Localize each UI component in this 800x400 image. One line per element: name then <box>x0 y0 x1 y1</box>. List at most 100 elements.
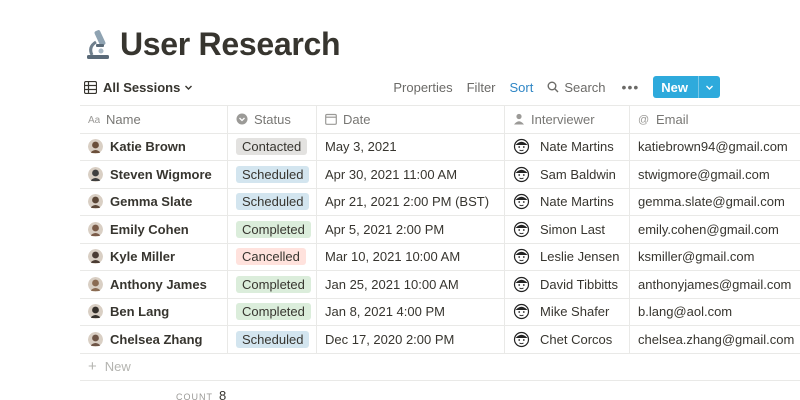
count-footer: COUNT 8 <box>176 388 226 400</box>
table-row[interactable]: Emily Cohen Completed Apr 5, 2021 2:00 PM S… <box>80 216 800 244</box>
date-cell[interactable]: Jan 8, 2021 4:00 PM <box>317 298 505 325</box>
table-row[interactable]: Ben Lang Completed Jan 8, 2021 4:00 PM Mike… <box>80 298 800 326</box>
status-cell[interactable]: Scheduled <box>228 161 317 188</box>
email-value: emily.cohen@gmail.com <box>638 221 779 237</box>
more-options-icon[interactable]: ••• <box>622 79 640 95</box>
page-title: User Research <box>120 25 341 62</box>
interviewer-cell[interactable]: Leslie Jensen <box>505 243 630 270</box>
interviewer-cell[interactable]: Sam Baldwin <box>505 161 630 188</box>
column-header-email[interactable]: @ Email <box>630 106 800 133</box>
column-header-name[interactable]: Aa Name <box>80 106 228 133</box>
at-sign-icon: @ <box>638 114 649 125</box>
avatar <box>88 304 103 320</box>
date-cell[interactable]: May 3, 2021 <box>317 133 505 160</box>
name-cell[interactable]: Emily Cohen <box>80 216 228 243</box>
interviewer-cell[interactable]: Chet Corcos <box>505 326 630 353</box>
email-cell[interactable]: emily.cohen@gmail.com <box>630 216 800 243</box>
email-cell[interactable]: katiebrown94@gmail.com <box>630 134 800 161</box>
participant-name: Katie Brown <box>110 139 186 155</box>
column-header-status[interactable]: Status <box>228 106 317 133</box>
new-button-label[interactable]: New <box>653 76 698 98</box>
status-badge: Completed <box>236 303 311 321</box>
participant-name: Steven Wigmore <box>110 166 212 182</box>
status-cell[interactable]: Completed <box>228 298 317 325</box>
name-cell[interactable]: Kyle Miller <box>80 243 228 270</box>
table-view-icon <box>84 80 97 94</box>
column-header-date[interactable]: Date <box>317 106 505 133</box>
view-switcher[interactable]: All Sessions <box>84 80 193 95</box>
add-row-label: New <box>104 359 131 374</box>
search-button[interactable]: Search <box>547 79 606 95</box>
select-property-icon <box>236 113 248 125</box>
date-cell[interactable]: Dec 17, 2020 2:00 PM <box>317 326 505 353</box>
interviewer-cell[interactable]: Nate Martins <box>505 133 630 160</box>
sort-button[interactable]: Sort <box>510 80 534 95</box>
status-cell[interactable]: Cancelled <box>228 243 317 270</box>
session-date: Apr 21, 2021 2:00 PM (BST) <box>325 194 490 210</box>
session-date: May 3, 2021 <box>325 139 397 155</box>
table-row[interactable]: Chelsea Zhang Scheduled Dec 17, 2020 2:00 … <box>80 326 800 354</box>
table-row[interactable]: Katie Brown Contacted May 3, 2021 Nate Mart… <box>80 133 800 161</box>
email-cell[interactable]: b.lang@aol.com <box>630 299 800 326</box>
table-row[interactable]: Anthony James Completed Jan 25, 2021 10:00… <box>80 271 800 299</box>
name-cell[interactable]: Chelsea Zhang <box>80 326 228 353</box>
interviewer-cell[interactable]: Mike Shafer <box>505 298 630 325</box>
status-cell[interactable]: Scheduled <box>228 326 317 353</box>
text-property-icon: Aa <box>88 115 100 125</box>
status-badge: Scheduled <box>236 330 310 348</box>
email-cell[interactable]: anthonyjames@gmail.com <box>630 271 800 298</box>
new-dropdown-button[interactable] <box>698 76 720 98</box>
date-cell[interactable]: Apr 5, 2021 2:00 PM <box>317 216 505 243</box>
view-label: All Sessions <box>103 79 181 95</box>
participant-name: Chelsea Zhang <box>110 331 203 347</box>
email-value: chelsea.zhang@gmail.com <box>638 331 795 347</box>
date-cell[interactable]: Mar 10, 2021 10:00 AM <box>317 243 505 270</box>
participant-name: Anthony James <box>110 276 207 292</box>
interviewer-name: Leslie Jensen <box>540 249 620 265</box>
status-cell[interactable]: Scheduled <box>228 188 317 215</box>
new-button[interactable]: New <box>653 76 720 98</box>
avatar <box>88 139 103 155</box>
status-cell[interactable]: Completed <box>228 271 317 298</box>
name-cell[interactable]: Katie Brown <box>80 133 228 160</box>
interviewer-avatar-icon <box>513 304 530 320</box>
interviewer-avatar-icon <box>513 331 530 347</box>
filter-button[interactable]: Filter <box>467 80 496 95</box>
name-cell[interactable]: Gemma Slate <box>80 188 228 215</box>
name-cell[interactable]: Steven Wigmore <box>80 161 228 188</box>
table-row[interactable]: Kyle Miller Cancelled Mar 10, 2021 10:00 A… <box>80 243 800 271</box>
column-label: Email <box>656 111 689 127</box>
email-cell[interactable]: stwigmore@gmail.com <box>630 161 800 188</box>
database-toolbar: All Sessions Properties Filter Sort Sear… <box>84 76 720 98</box>
status-cell[interactable]: Completed <box>228 216 317 243</box>
session-date: Apr 5, 2021 2:00 PM <box>325 221 445 237</box>
table-row[interactable]: Gemma Slate Scheduled Apr 21, 2021 2:00 PM… <box>80 188 800 216</box>
date-cell[interactable]: Jan 25, 2021 10:00 AM <box>317 271 505 298</box>
column-header-interviewer[interactable]: Interviewer <box>505 106 630 133</box>
interviewer-cell[interactable]: Nate Martins <box>505 188 630 215</box>
name-cell[interactable]: Anthony James <box>80 271 228 298</box>
date-cell[interactable]: Apr 21, 2021 2:00 PM (BST) <box>317 188 505 215</box>
email-cell[interactable]: ksmiller@gmail.com <box>630 244 800 271</box>
participant-name: Ben Lang <box>110 304 170 320</box>
name-cell[interactable]: Ben Lang <box>80 298 228 325</box>
add-row-button[interactable]: + New <box>80 354 800 381</box>
search-label: Search <box>564 79 606 95</box>
interviewer-name: Mike Shafer <box>540 304 610 320</box>
interviewer-name: Nate Martins <box>540 139 614 155</box>
email-cell[interactable]: chelsea.zhang@gmail.com <box>630 326 800 353</box>
interviewer-cell[interactable]: Simon Last <box>505 216 630 243</box>
session-date: Jan 8, 2021 4:00 PM <box>325 304 445 320</box>
properties-button[interactable]: Properties <box>393 80 452 95</box>
interviewer-cell[interactable]: David Tibbitts <box>505 271 630 298</box>
email-cell[interactable]: gemma.slate@gmail.com <box>630 189 800 216</box>
microscope-icon <box>87 30 109 59</box>
column-label: Interviewer <box>531 111 595 127</box>
svg-text:Aa: Aa <box>88 115 100 125</box>
date-cell[interactable]: Apr 30, 2021 11:00 AM <box>317 161 505 188</box>
count-value: 8 <box>219 388 227 400</box>
search-icon <box>547 81 559 93</box>
table-row[interactable]: Steven Wigmore Scheduled Apr 30, 2021 11:0… <box>80 161 800 189</box>
status-badge: Completed <box>236 220 311 238</box>
status-cell[interactable]: Contacted <box>228 133 317 160</box>
